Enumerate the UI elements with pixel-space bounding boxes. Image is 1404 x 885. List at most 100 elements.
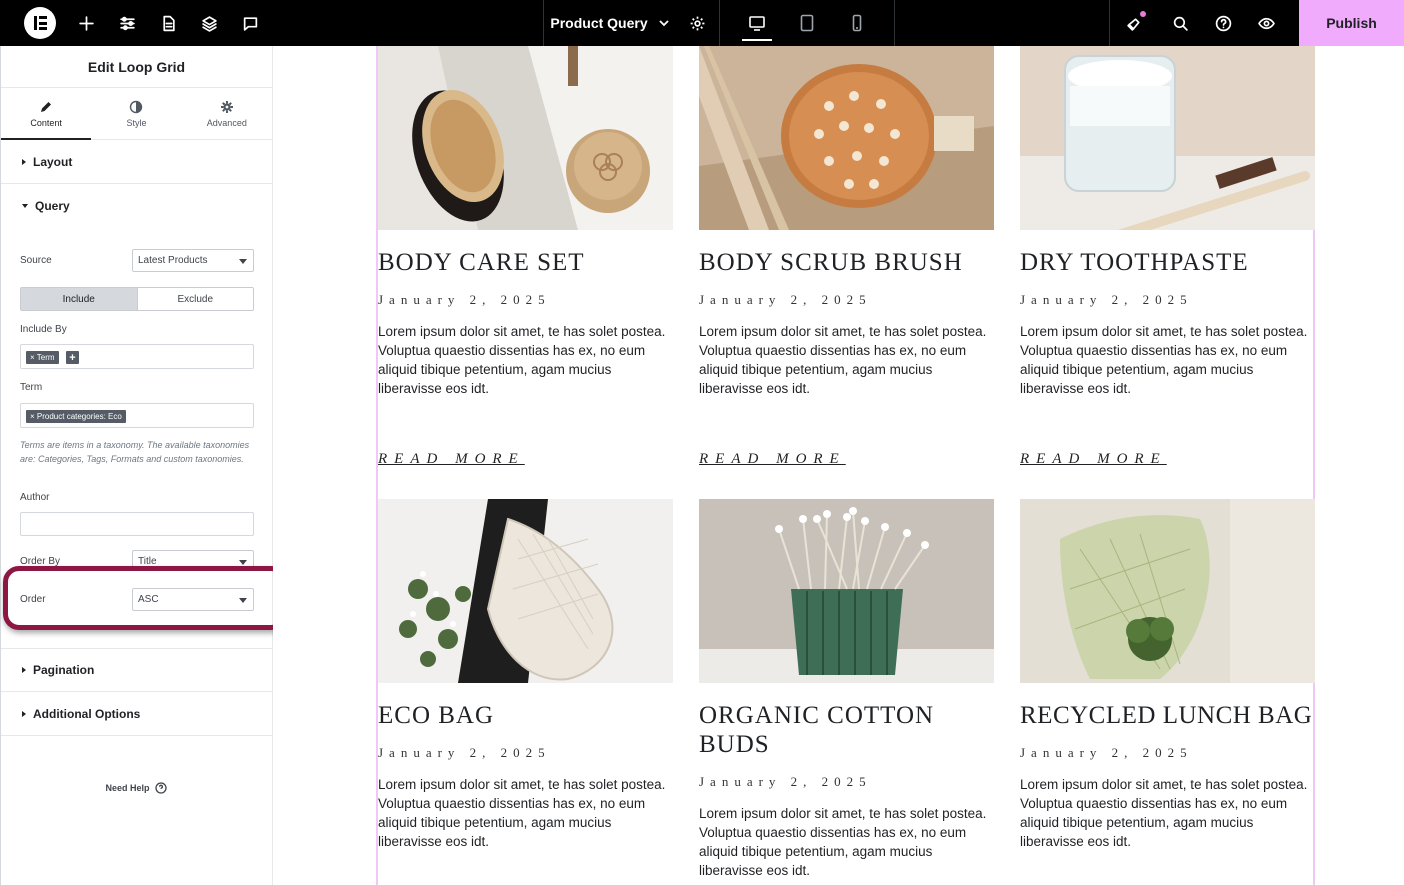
product-title[interactable]: BODY CARE SET bbox=[378, 248, 673, 277]
search-icon bbox=[1173, 16, 1188, 31]
include-by-field[interactable]: × Term + bbox=[20, 344, 254, 369]
caret-right-icon bbox=[22, 667, 26, 673]
pencil-icon bbox=[41, 101, 52, 112]
include-by-chip[interactable]: × Term bbox=[26, 351, 59, 364]
tab-content[interactable]: Content bbox=[1, 88, 92, 140]
need-help-link[interactable]: Need Help bbox=[0, 782, 272, 794]
section-pagination-label: Pagination bbox=[33, 663, 95, 677]
tab-style-label: Style bbox=[126, 117, 147, 128]
desktop-icon bbox=[749, 16, 765, 31]
panel-tabs: Content Style Advanced bbox=[1, 88, 272, 140]
product-card[interactable] bbox=[1020, 499, 1315, 683]
order-highlight-callout bbox=[3, 566, 287, 630]
product-title[interactable]: DRY TOOTHPASTE bbox=[1020, 248, 1315, 277]
read-more-link[interactable]: READ MORE bbox=[378, 451, 525, 468]
tablet-icon bbox=[800, 14, 814, 32]
publish-button[interactable]: Publish bbox=[1299, 0, 1404, 46]
product-info: ORGANIC COTTON BUDS January 2, 2025 Lore… bbox=[699, 683, 994, 880]
product-card[interactable] bbox=[699, 46, 994, 230]
add-element-icon[interactable] bbox=[66, 0, 107, 46]
dropdown-arrow-icon bbox=[239, 259, 247, 264]
section-layout[interactable]: Layout bbox=[1, 140, 272, 184]
product-image[interactable] bbox=[1020, 46, 1315, 230]
editor-top-bar: Product Query Publish bbox=[0, 0, 1404, 46]
product-date: January 2, 2025 bbox=[699, 292, 872, 307]
product-title[interactable]: ECO BAG bbox=[378, 701, 673, 730]
term-field[interactable]: × Product categories: Eco bbox=[20, 403, 254, 428]
product-date: January 2, 2025 bbox=[1020, 745, 1193, 760]
notification-dot bbox=[1140, 11, 1146, 17]
section-query-label: Query bbox=[35, 199, 70, 213]
contrast-icon bbox=[130, 100, 143, 113]
section-additional-label: Additional Options bbox=[33, 706, 141, 721]
mobile-view-button[interactable] bbox=[832, 0, 882, 46]
tab-advanced-label: Advanced bbox=[206, 117, 247, 128]
elementor-logo-icon[interactable] bbox=[24, 7, 56, 39]
product-description: Lorem ipsum dolor sit amet, te has solet… bbox=[1020, 324, 1308, 396]
caret-right-icon bbox=[22, 158, 26, 165]
product-image[interactable] bbox=[699, 499, 994, 683]
gear-icon bbox=[690, 16, 705, 30]
term-chip[interactable]: × Product categories: Eco bbox=[26, 410, 126, 423]
preview-button[interactable] bbox=[1245, 0, 1288, 46]
product-card[interactable] bbox=[699, 499, 994, 683]
include-by-label: Include By bbox=[20, 324, 67, 335]
page-settings-button[interactable] bbox=[676, 0, 720, 46]
tab-advanced[interactable]: Advanced bbox=[182, 88, 272, 139]
add-include-by-icon[interactable]: + bbox=[66, 351, 79, 364]
layers-icon[interactable] bbox=[189, 0, 230, 46]
tab-content-label: Content bbox=[30, 117, 62, 128]
product-description: Lorem ipsum dolor sit amet, te has solet… bbox=[699, 806, 987, 878]
product-image[interactable] bbox=[378, 46, 673, 230]
eye-icon bbox=[1258, 17, 1275, 29]
document-title-dropdown[interactable]: Product Query bbox=[543, 0, 676, 46]
product-title[interactable]: ORGANIC COTTON BUDS bbox=[699, 701, 959, 759]
help-circle-icon bbox=[154, 782, 167, 794]
product-info: DRY TOOTHPASTE January 2, 2025 Lorem ips… bbox=[1020, 230, 1315, 398]
product-info: BODY SCRUB BRUSH January 2, 2025 Lorem i… bbox=[699, 230, 994, 398]
section-additional-options[interactable]: Additional Options bbox=[1, 692, 273, 736]
term-help-text: Terms are items in a taxonomy. The avail… bbox=[20, 440, 250, 464]
product-card[interactable] bbox=[1020, 46, 1315, 230]
product-image[interactable] bbox=[378, 499, 673, 683]
comments-icon[interactable] bbox=[230, 0, 271, 46]
include-tab[interactable]: Include bbox=[21, 288, 137, 310]
author-field[interactable] bbox=[20, 512, 254, 536]
help-button[interactable] bbox=[1202, 0, 1245, 46]
page-structure-icon[interactable] bbox=[148, 0, 189, 46]
read-more-link[interactable]: READ MORE bbox=[699, 451, 846, 468]
product-card[interactable] bbox=[378, 499, 673, 683]
desktop-view-button[interactable] bbox=[732, 0, 782, 46]
document-title: Product Query bbox=[550, 15, 648, 31]
product-date: January 2, 2025 bbox=[378, 745, 551, 760]
source-label: Source bbox=[20, 255, 52, 266]
product-description: Lorem ipsum dolor sit amet, te has solet… bbox=[699, 324, 987, 396]
panel-title: Edit Loop Grid bbox=[1, 46, 272, 88]
source-select[interactable]: Latest Products bbox=[132, 249, 254, 272]
dropdown-arrow-icon bbox=[239, 560, 247, 565]
tablet-view-button[interactable] bbox=[782, 0, 832, 46]
search-button[interactable] bbox=[1159, 0, 1202, 46]
source-value: Latest Products bbox=[138, 255, 208, 266]
product-info: RECYCLED LUNCH BAG January 2, 2025 Lorem… bbox=[1020, 683, 1315, 851]
read-more-link[interactable]: READ MORE bbox=[1020, 451, 1167, 468]
product-description: Lorem ipsum dolor sit amet, te has solet… bbox=[378, 777, 666, 849]
gear-icon bbox=[220, 100, 233, 113]
caret-right-icon bbox=[22, 710, 26, 717]
product-date: January 2, 2025 bbox=[1020, 292, 1193, 307]
product-image[interactable] bbox=[699, 46, 994, 230]
product-card[interactable] bbox=[378, 46, 673, 230]
section-pagination[interactable]: Pagination bbox=[1, 648, 273, 692]
product-title[interactable]: RECYCLED LUNCH BAG bbox=[1020, 701, 1315, 730]
whats-new-button[interactable] bbox=[1109, 0, 1159, 46]
section-query[interactable]: Query bbox=[1, 184, 272, 228]
author-label: Author bbox=[20, 492, 50, 503]
site-settings-icon[interactable] bbox=[107, 0, 148, 46]
product-info: BODY CARE SET January 2, 2025 Lorem ipsu… bbox=[378, 230, 673, 398]
product-image[interactable] bbox=[1020, 499, 1315, 683]
help-circle-icon bbox=[1215, 15, 1232, 31]
product-title[interactable]: BODY SCRUB BRUSH bbox=[699, 248, 994, 277]
exclude-tab[interactable]: Exclude bbox=[136, 288, 254, 310]
tab-style[interactable]: Style bbox=[91, 88, 181, 139]
preview-canvas: BODY CARE SET January 2, 2025 Lorem ipsu… bbox=[273, 46, 1404, 885]
